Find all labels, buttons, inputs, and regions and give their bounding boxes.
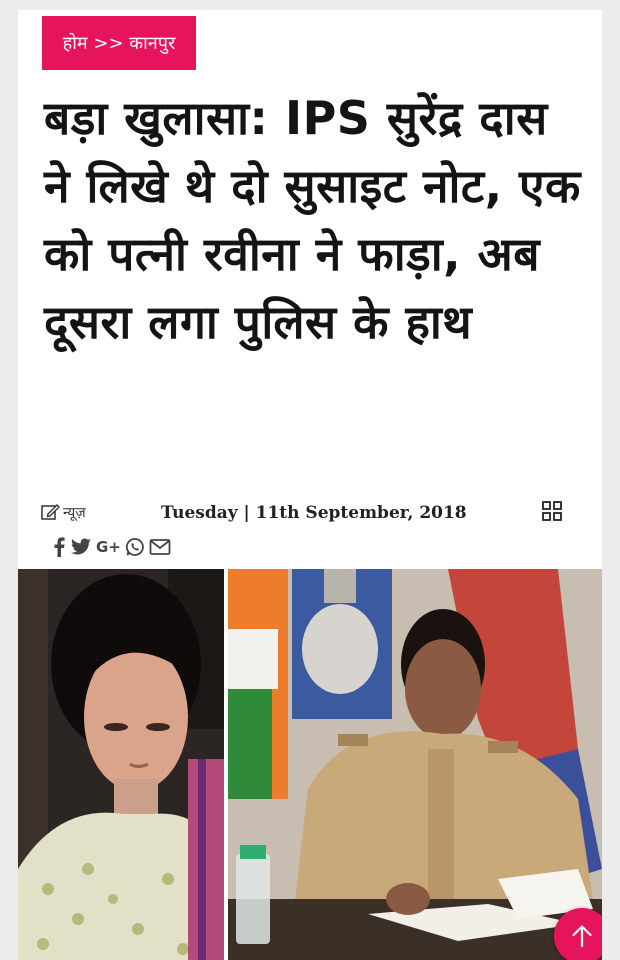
breadcrumb: होम >> कानपुर [42, 16, 196, 70]
edit-icon [41, 504, 60, 520]
arrow-up-icon [572, 925, 592, 948]
facebook-share-button[interactable] [52, 537, 66, 557]
google-plus-share-button[interactable]: G+ [96, 538, 121, 556]
whatsapp-share-button[interactable] [125, 537, 145, 557]
scroll-to-top-button[interactable] [554, 908, 602, 960]
article-image [18, 569, 602, 960]
category-label: न्यूज़ [63, 504, 86, 521]
google-plus-icon: G+ [96, 538, 121, 556]
email-share-button[interactable] [149, 538, 171, 556]
twitter-share-button[interactable] [70, 538, 92, 556]
article-meta: न्यूज़ Tuesday | 11th September, 2018 [40, 500, 580, 530]
article-headline: बड़ा खुलासा: IPS सुरेंद्र दास ने लिखे थे… [44, 91, 581, 349]
breadcrumb-section[interactable]: कानपुर [129, 31, 175, 55]
article-card: होम >> कानपुर बड़ा खुलासा: IPS सुरेंद्र … [18, 10, 602, 960]
breadcrumb-home[interactable]: होम [63, 31, 88, 55]
grid-menu-button[interactable] [541, 500, 563, 526]
publish-date: Tuesday | 11th September, 2018 [161, 503, 467, 523]
article-photo-illustration [18, 569, 602, 960]
breadcrumb-separator: >> [93, 32, 124, 54]
twitter-icon [71, 538, 91, 555]
facebook-icon [54, 537, 65, 557]
grid-icon [542, 501, 562, 521]
share-bar: G+ [52, 536, 171, 558]
whatsapp-icon [125, 538, 144, 556]
email-icon [149, 539, 171, 555]
category-link[interactable]: न्यूज़ [40, 502, 86, 522]
